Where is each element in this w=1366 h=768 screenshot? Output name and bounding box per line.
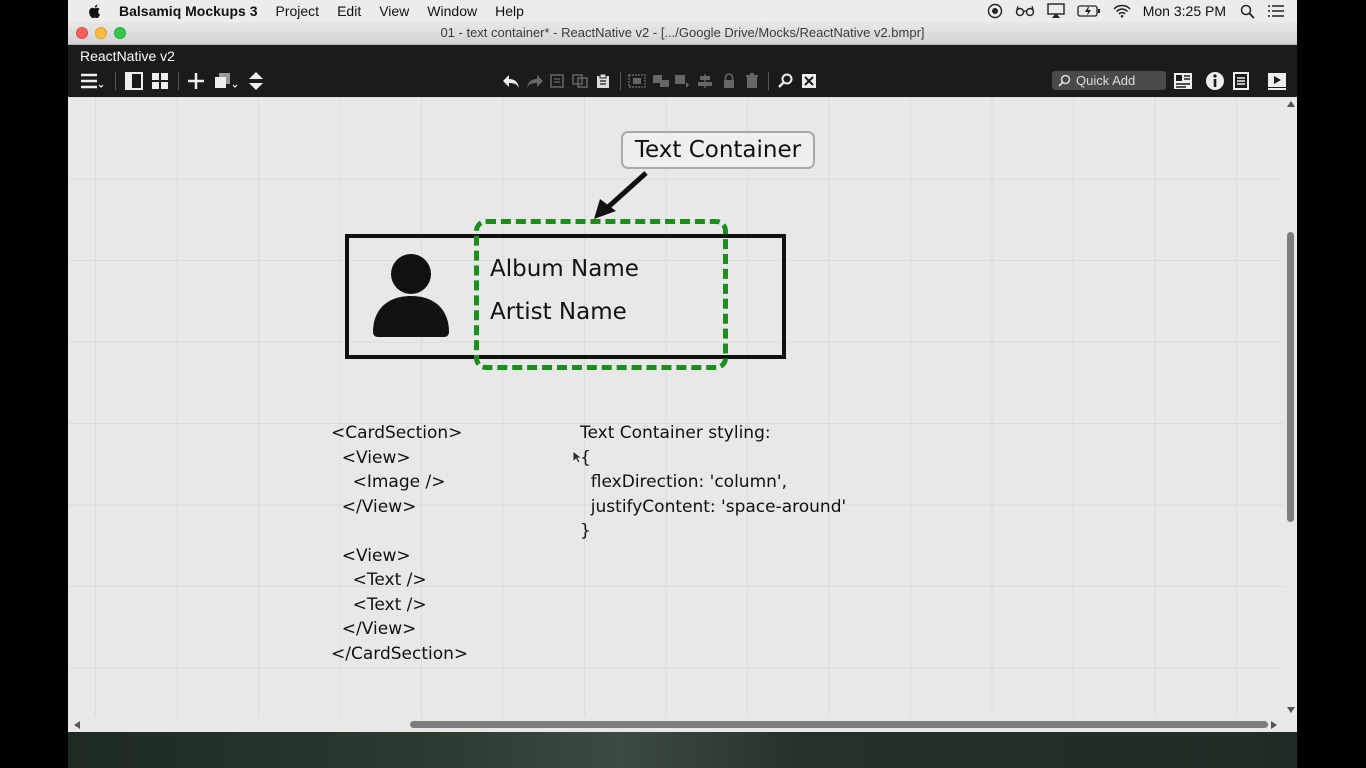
delete-icon[interactable] [745,73,759,89]
macos-menubar: Balsamiq Mockups 3 Project Edit View Win… [68,0,1297,22]
code-line: <Image /> [331,472,446,492]
airplay-icon[interactable] [1047,3,1065,19]
code-line: <Text /> [331,570,427,590]
menu-view[interactable]: View [379,3,409,19]
window-maximize-button[interactable] [114,27,126,39]
notification-center-icon[interactable] [1267,4,1285,18]
code-line: <Text /> [331,595,427,615]
scroll-right-icon[interactable] [1271,721,1277,729]
code-line: <CardSection> [331,423,463,443]
scroll-up-icon[interactable] [1287,101,1295,107]
hamburger-menu-icon[interactable] [80,72,104,90]
text-container-highlight[interactable] [474,219,728,370]
ui-library-icon[interactable] [1173,72,1193,90]
glasses-icon[interactable] [1015,4,1035,18]
mouse-cursor-icon [572,450,582,464]
window-titlebar: 01 - text container* - ReactNative v2 - … [68,22,1297,45]
window-close-button[interactable] [76,27,88,39]
ungroup-icon[interactable] [652,74,670,88]
code-line: </View> [331,497,417,517]
wifi-icon[interactable] [1113,4,1131,18]
window-title: 01 - text container* - ReactNative v2 - … [440,25,925,40]
app-menu[interactable]: Balsamiq Mockups 3 [119,3,258,19]
duplicate-icon[interactable] [214,72,240,90]
arrow-icon[interactable] [588,171,658,221]
album-name-text: Album Name [490,256,639,282]
user-avatar-icon[interactable] [371,252,451,338]
info-icon[interactable] [1205,71,1225,91]
paste-icon[interactable] [596,73,610,89]
project-name: ReactNative v2 [80,48,175,64]
horizontal-scroll-thumb[interactable] [410,721,1268,728]
redo-icon[interactable] [525,73,545,89]
menu-edit[interactable]: Edit [337,3,361,19]
group-icon[interactable] [628,74,646,88]
bring-forward-icon[interactable] [674,74,690,88]
code-line: Text Container styling: [580,423,771,443]
menu-project[interactable]: Project [276,3,320,19]
quick-add-placeholder: Quick Add [1076,73,1136,88]
align-icon[interactable] [697,74,713,88]
scroll-down-icon[interactable] [1287,707,1295,713]
vertical-scroll-thumb[interactable] [1287,232,1294,522]
code-line: <View> [331,546,411,566]
find-icon[interactable] [778,73,794,89]
lock-icon[interactable] [722,73,736,89]
battery-icon[interactable] [1077,4,1101,18]
artist-name-text: Artist Name [490,299,627,325]
scroll-left-icon[interactable] [74,721,80,729]
code-line: <View> [331,448,411,468]
code-line: flexDirection: 'column', [580,472,787,492]
presentation-mode-icon[interactable] [1267,72,1287,90]
mockup-canvas[interactable]: Text Container Album Name Artist Name <C… [68,97,1284,717]
copy-icon[interactable] [572,74,588,88]
horizontal-scrollbar[interactable] [68,717,1297,732]
menu-window[interactable]: Window [427,3,477,19]
vertical-scrollbar[interactable] [1284,97,1297,717]
window-minimize-button[interactable] [95,27,107,39]
reorder-icon[interactable] [247,71,265,91]
record-icon[interactable] [987,3,1003,19]
grid-view-icon[interactable] [151,72,169,90]
panel-toggle-icon[interactable] [125,72,143,90]
desktop-wallpaper [68,732,1297,768]
notes-icon[interactable] [1233,72,1249,90]
code-line: justifyContent: 'space-around' [580,497,847,517]
undo-icon[interactable] [501,73,521,89]
cut-icon[interactable] [549,74,565,88]
add-icon[interactable] [187,72,205,90]
code-line: } [580,521,591,541]
menu-help[interactable]: Help [495,3,524,19]
menubar-clock[interactable]: Mon 3:25 PM [1143,3,1226,19]
search-icon [1058,74,1071,87]
callout-label[interactable]: Text Container [621,131,815,169]
code-line: </View> [331,619,417,639]
spotlight-search-icon[interactable] [1240,4,1255,19]
clear-selection-icon[interactable] [801,73,817,89]
status-area: Mon 3:25 PM [987,0,1297,22]
code-line: </CardSection> [331,644,469,664]
quick-add-input[interactable]: Quick Add [1052,71,1166,90]
apple-logo-icon[interactable] [87,3,103,19]
